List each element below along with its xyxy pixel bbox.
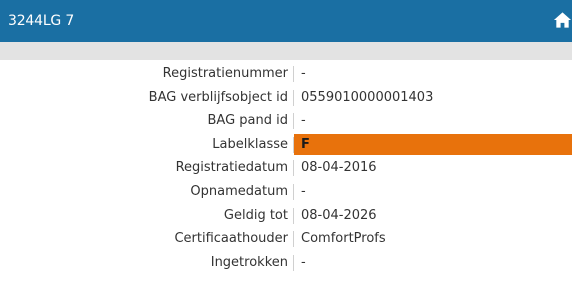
field-label: Labelklasse (212, 136, 288, 152)
field-label: BAG pand id (207, 113, 289, 129)
divider (293, 183, 294, 200)
divider (293, 160, 294, 177)
row-certificaathouder: Certificaathouder ComfortProfs (0, 227, 572, 251)
field-label: Certificaathouder (174, 231, 288, 247)
divider (293, 254, 294, 271)
field-value: ComfortProfs (301, 231, 386, 247)
home-icon[interactable] (553, 10, 572, 30)
row-registratiedatum: Registratiedatum 08-04-2016 (0, 156, 572, 180)
divider (293, 113, 294, 130)
field-label: BAG verblijfsobject id (148, 89, 288, 105)
field-label: Ingetrokken (210, 254, 288, 270)
divider (293, 207, 294, 224)
field-value: - (301, 113, 306, 129)
panel-header: 3244LG 7 (0, 0, 572, 42)
address-title: 3244LG 7 (8, 13, 75, 29)
row-bag-verblijfsobject-id: BAG verblijfsobject id 0559010000001403 (0, 86, 572, 110)
field-value: - (301, 66, 306, 81)
subheader-bar (0, 42, 572, 60)
divider (293, 231, 294, 248)
energy-label-panel: 3244LG 7 Registratienummer - BAG verblij… (0, 0, 572, 305)
field-value: 08-04-2026 (301, 207, 377, 223)
divider (293, 89, 294, 106)
field-label: Geldig tot (223, 207, 288, 223)
divider (293, 66, 294, 82)
field-label: Opnamedatum (190, 183, 288, 199)
row-registratienummer: Registratienummer - (0, 62, 572, 86)
label-class-badge (294, 133, 572, 155)
row-geldig-tot: Geldig tot 08-04-2026 (0, 204, 572, 228)
field-label: Registratiedatum (175, 160, 288, 176)
field-label: Registratienummer (162, 66, 288, 81)
label-class-value: F (301, 136, 310, 152)
field-value: - (301, 254, 306, 270)
row-opnamedatum: Opnamedatum - (0, 180, 572, 204)
details-list: Registratienummer - BAG verblijfsobject … (0, 62, 572, 274)
row-labelklasse: Labelklasse F (0, 133, 572, 157)
row-ingetrokken: Ingetrokken - (0, 251, 572, 275)
row-bag-pand-id: BAG pand id - (0, 109, 572, 133)
field-value: 08-04-2016 (301, 160, 377, 176)
field-value: - (301, 183, 306, 199)
field-value: 0559010000001403 (301, 89, 434, 105)
